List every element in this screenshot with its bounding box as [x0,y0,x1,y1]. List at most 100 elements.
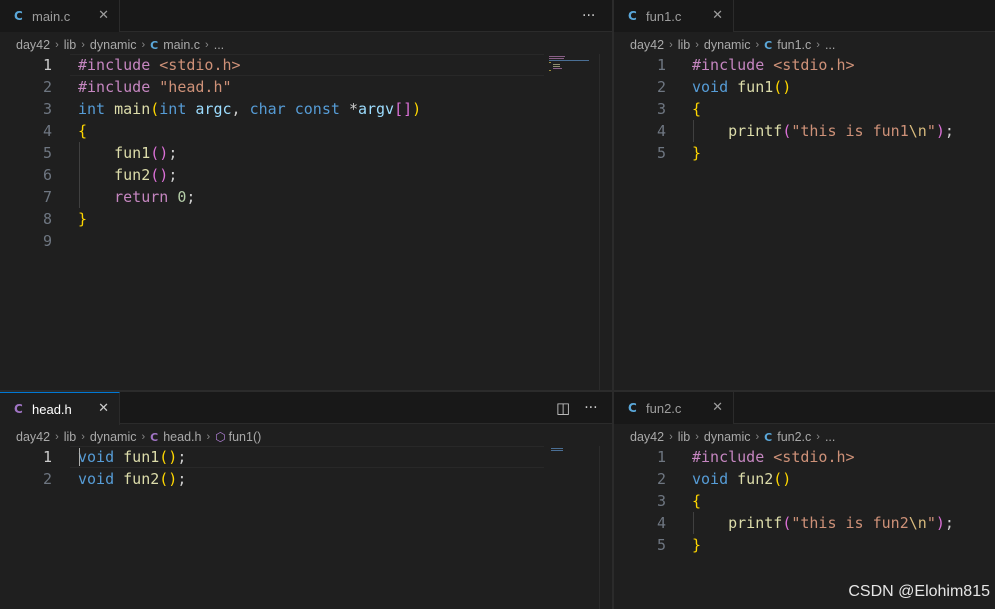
code-token: } [78,210,88,228]
tab-fun1-c[interactable]: C fun1.c ✕ [614,0,734,32]
code-text: #include "head.h" [78,76,232,98]
code-line[interactable]: 7 return 0; [0,186,612,208]
code-line[interactable]: 2 void fun2() [614,468,995,490]
breadcrumb-folder[interactable]: dynamic [90,38,137,52]
minimap[interactable] [549,54,599,74]
code-text: void fun2(); [78,468,186,490]
editor-pane-fun2: C fun2.c ✕ day42 › lib › dynamic › C fun… [614,392,995,609]
code-line[interactable]: 8} [0,208,612,230]
breadcrumb-symbol[interactable]: fun1() [229,430,262,444]
breadcrumb-folder[interactable]: day42 [16,430,50,444]
line-number: 2 [42,470,52,488]
breadcrumb-symbol[interactable]: ... [214,38,224,52]
breadcrumb-folder[interactable]: lib [64,38,77,52]
c-file-icon: C [628,401,637,415]
tab-head-h[interactable]: C head.h ✕ [0,392,120,425]
code-token: ; [944,514,954,532]
code-editor[interactable]: 1 #include <stdio.h> 2 void fun1() 3{4 print… [614,54,995,164]
code-token: ) [935,122,945,140]
vertical-scrollbar[interactable] [599,446,611,609]
breadcrumb-symbol[interactable]: ... [825,430,835,444]
breadcrumb-symbol[interactable]: ... [825,38,835,52]
code-token: argc [195,100,232,118]
code-line[interactable]: 1 void fun1(); [0,446,612,468]
code-token: <stdio.h> [159,56,241,74]
editor-split-horizontal[interactable] [0,390,995,392]
code-line[interactable]: 3 int main(int argc, char const *argv[]) [0,98,612,120]
line-number: 1 [42,448,52,466]
code-line[interactable]: 5 fun1(); [0,142,612,164]
code-text: } [692,142,701,164]
vertical-scrollbar[interactable] [599,54,611,390]
breadcrumb-file[interactable]: fun1.c [777,38,811,52]
breadcrumb-file[interactable]: main.c [163,38,200,52]
code-line[interactable]: 1 #include <stdio.h> [614,54,995,76]
tab-bar: C fun2.c ✕ [614,392,995,424]
close-icon[interactable]: ✕ [712,8,723,23]
code-line[interactable]: 5} [614,142,995,164]
code-line[interactable]: 2 void fun2(); [0,468,612,490]
code-line[interactable]: 2 void fun1() [614,76,995,98]
tab-main-c[interactable]: C main.c ✕ [0,0,120,32]
breadcrumb-folder[interactable]: lib [678,38,691,52]
code-editor[interactable]: 1 #include <stdio.h> 2 #include "head.h" 3 in… [0,54,612,252]
line-number: 4 [656,514,666,532]
code-line[interactable]: 5} [614,534,995,556]
tab-fun2-c[interactable]: C fun2.c ✕ [614,392,734,424]
code-token: #include [692,56,774,74]
code-token: <stdio.h> [773,56,855,74]
chevron-right-icon: › [55,39,59,51]
breadcrumb-folder[interactable]: dynamic [704,430,751,444]
line-number: 3 [656,100,666,118]
code-editor[interactable]: 1 void fun1(); 2 void fun2(); [0,446,612,490]
code-text: printf("this is fun2\n"); [692,512,954,534]
more-actions-icon[interactable]: ··· [584,400,597,416]
breadcrumb-folder[interactable]: day42 [630,430,664,444]
code-line[interactable]: 3{ [614,98,995,120]
line-number: 9 [42,232,52,250]
code-line[interactable]: 2 #include "head.h" [0,76,612,98]
code-line[interactable]: 4 printf("this is fun1\n"); [614,120,995,142]
code-token: ; [177,448,187,466]
code-token: } [692,144,702,162]
code-token: ; [186,188,196,206]
code-text: #include <stdio.h> [692,54,855,76]
breadcrumb-folder[interactable]: lib [678,430,691,444]
code-token: } [692,536,702,554]
code-line[interactable]: 1 #include <stdio.h> [0,54,612,76]
chevron-right-icon: › [141,431,146,443]
watermark: CSDN @Elohim815 [848,583,990,600]
breadcrumb-file[interactable]: fun2.c [777,430,811,444]
code-token: () [150,144,169,162]
code-token: "this is fun2 [791,514,909,532]
breadcrumb-folder[interactable]: dynamic [704,38,751,52]
code-text: return 0; [78,186,195,208]
breadcrumb-folder[interactable]: day42 [630,38,664,52]
more-actions-icon[interactable]: ··· [582,8,595,24]
split-editor-icon[interactable]: ◫ [556,399,570,417]
breadcrumb-file[interactable]: head.h [163,430,201,444]
breadcrumb-folder[interactable]: lib [64,430,77,444]
code-line[interactable]: 4{ [0,120,612,142]
code-line[interactable]: 3{ [614,490,995,512]
breadcrumb-folder[interactable]: day42 [16,38,50,52]
code-line[interactable]: 1 #include <stdio.h> [614,446,995,468]
close-icon[interactable]: ✕ [98,8,109,23]
code-line[interactable]: 9 [0,230,612,252]
code-token: #include [78,56,160,74]
code-token: printf [728,514,783,532]
close-icon[interactable]: ✕ [712,400,723,415]
close-icon[interactable]: ✕ [98,401,109,416]
minimap[interactable] [551,448,571,454]
editor-split-vertical[interactable] [612,0,614,609]
line-number: 5 [656,144,666,162]
line-number: 5 [656,536,666,554]
code-text: #include <stdio.h> [692,446,855,468]
code-line[interactable]: 6 fun2(); [0,164,612,186]
code-line[interactable]: 4 printf("this is fun2\n"); [614,512,995,534]
line-number: 1 [656,56,666,74]
code-editor[interactable]: 1 #include <stdio.h> 2 void fun2() 3{4 print… [614,446,995,556]
code-token: () [159,470,178,488]
breadcrumb-folder[interactable]: dynamic [90,430,137,444]
